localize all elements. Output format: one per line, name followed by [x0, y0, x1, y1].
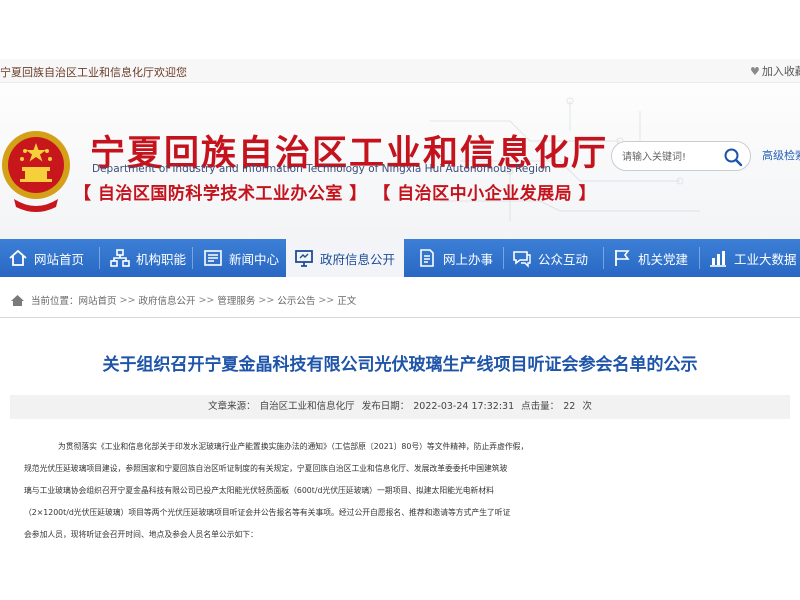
newspaper-icon — [204, 250, 222, 266]
flag-icon — [615, 250, 630, 266]
top-blank — [0, 0, 800, 59]
search-input[interactable] — [622, 148, 722, 166]
breadcrumb-separator: >> — [198, 294, 215, 306]
article-meta: 文章来源： 自治区工业和信息化厅 发布日期： 2022-03-24 17:32:31… — [10, 395, 790, 419]
breadcrumb-link-home[interactable]: 网站首页 — [79, 293, 117, 307]
breadcrumb-separator: >> — [258, 294, 275, 306]
breadcrumb-link-gov-info[interactable]: 政府信息公开 — [138, 293, 195, 307]
source-value: 自治区工业和信息化厅 — [259, 401, 355, 412]
date-label: 发布日期： — [361, 401, 410, 412]
breadcrumb-link-announcements[interactable]: 公示公告 — [277, 293, 315, 307]
monitor-icon — [295, 250, 313, 267]
date-value: 2022-03-24 17:32:31 — [413, 401, 515, 412]
search-box — [611, 141, 751, 171]
nav-item-public-interaction[interactable]: 公众互动 — [512, 239, 588, 277]
article-body: 为贯彻落实《工业和信息化部关于印发水泥玻璃行业产能置换实施办法的通知》（工信部原… — [24, 436, 776, 546]
nav-divider — [699, 247, 700, 269]
nav-label: 工业大数据 — [734, 251, 797, 267]
body-line: 会参加人员，现将听证会召开时间、地点及参会人员名单公示如下： — [24, 530, 258, 539]
body-line: 璃与工业玻璃协会组织召开宁夏金晶科技有限公司已投产太阳能光伏轻质面板（600t/… — [24, 486, 494, 495]
add-favorite-link[interactable]: ♥加入收藏 — [750, 63, 800, 79]
nav-item-party-building[interactable]: 机关党建 — [612, 239, 688, 277]
org-chart-icon — [110, 249, 130, 267]
nav-divider — [192, 247, 193, 269]
breadcrumb-current: 正文 — [337, 296, 357, 307]
nav-label: 机关党建 — [638, 251, 689, 267]
main-nav: 网站首页 机构职能 新闻中心 政府信息公开 网上办事 公众互动 机关党建 工业大… — [0, 239, 800, 277]
hits-label: 点击量： — [521, 401, 560, 412]
nav-item-online-service[interactable]: 网上办事 — [417, 239, 493, 277]
nav-label: 机构职能 — [136, 251, 187, 267]
nav-label: 政府信息公开 — [320, 251, 396, 267]
national-emblem-icon — [2, 131, 70, 212]
nav-item-organization[interactable]: 机构职能 — [110, 239, 186, 277]
chat-icon — [513, 251, 531, 268]
article-title: 关于组织召开宁夏金晶科技有限公司光伏玻璃生产线项目听证会参会名单的公示 — [102, 355, 698, 375]
breadcrumb: 当前位置： 网站首页 >> 政府信息公开 >> 管理服务 >> 公示公告 >> … — [10, 292, 356, 308]
chart-icon — [710, 251, 726, 267]
body-line: （2×1200t/d光伏压延玻璃）项目等两个光伏压延玻璃项目听证会并公告报名等有… — [24, 508, 511, 517]
hits-unit: 次 — [582, 401, 592, 412]
nav-label: 网站首页 — [34, 251, 85, 267]
document-icon — [420, 249, 434, 267]
site-title-english: Department of Industry and Information T… — [92, 163, 552, 175]
source-label: 文章来源： — [208, 401, 256, 412]
nav-divider — [99, 247, 100, 269]
nav-item-industrial-big-data[interactable]: 工业大数据 — [708, 239, 797, 277]
body-line: 为贯彻落实《工业和信息化部关于印发水泥玻璃行业产能置换实施办法的通知》（工信部原… — [58, 442, 529, 451]
home-icon — [11, 294, 24, 306]
nav-item-home[interactable]: 网站首页 — [8, 239, 84, 277]
top-bar: 宁夏回族自治区工业和信息化厅欢迎您 ♥加入收藏 — [0, 59, 800, 83]
body-line: 规范光伏压延玻璃项目建设，参照国家和宁夏回族自治区听证制度的有关规定，宁夏回族自… — [24, 464, 508, 473]
nav-label: 网上办事 — [443, 251, 494, 267]
nav-label: 公众互动 — [538, 251, 589, 267]
advanced-search-link[interactable]: 高级检索 — [762, 147, 800, 163]
hits-value: 22 — [563, 401, 576, 412]
nav-item-gov-info[interactable]: 政府信息公开 — [286, 239, 404, 277]
nav-item-news[interactable]: 新闻中心 — [203, 239, 279, 277]
breadcrumb-separator: >> — [318, 294, 335, 306]
site-subtitle: 【 自治区国防科学技术工业办公室 】 【 自治区中小企业发展局 】 — [74, 184, 597, 204]
search-icon[interactable] — [722, 146, 744, 168]
nav-label: 新闻中心 — [229, 251, 280, 267]
add-favorite-label: 加入收藏 — [761, 65, 800, 78]
heart-icon: ♥ — [750, 65, 760, 78]
breadcrumb-link-management[interactable]: 管理服务 — [217, 293, 255, 307]
nav-divider — [603, 247, 604, 269]
welcome-text: 宁夏回族自治区工业和信息化厅欢迎您 — [0, 66, 187, 79]
breadcrumb-divider — [0, 317, 800, 318]
breadcrumb-prefix: 当前位置： — [31, 296, 79, 307]
nav-divider — [503, 247, 504, 269]
breadcrumb-separator: >> — [119, 294, 136, 306]
home-icon — [9, 249, 27, 266]
